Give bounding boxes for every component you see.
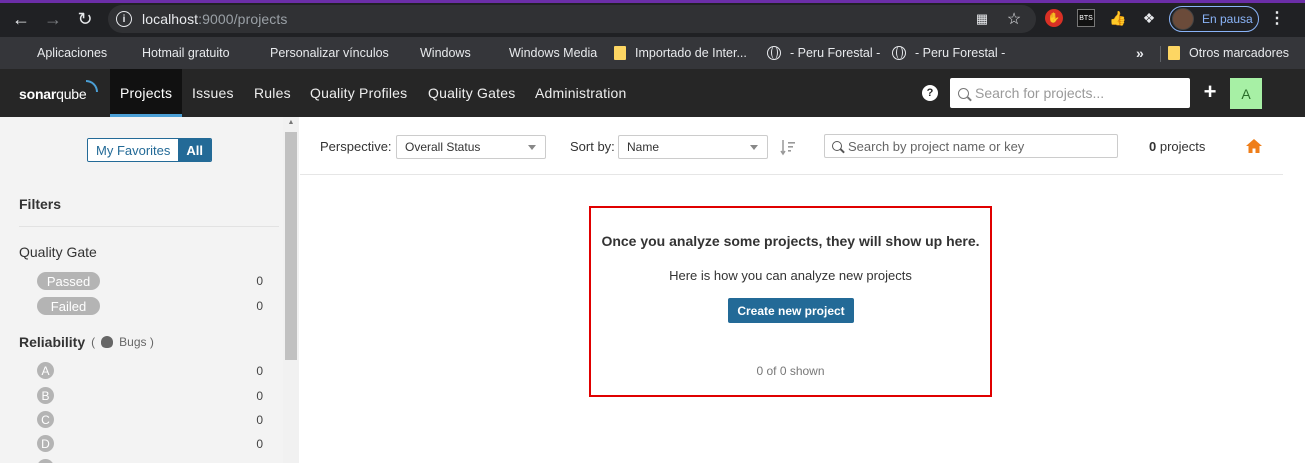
quality-gate-title: Quality Gate (19, 244, 97, 260)
microsoft-icon (486, 46, 500, 60)
translate-icon[interactable]: ▦ (974, 11, 990, 27)
globe-icon (892, 46, 906, 60)
scroll-up-arrow-icon[interactable]: ▲ (285, 119, 297, 129)
reliability-title: Reliability (Bugs ) (19, 334, 154, 350)
projects-count: 0 projects (1149, 139, 1206, 154)
bookmark-apps[interactable]: Aplicaciones (14, 43, 107, 63)
chevron-down-icon (750, 145, 758, 150)
reliability-subtitle: (Bugs ) (91, 335, 154, 349)
create-new-project-button[interactable]: Create new project (728, 298, 854, 323)
empty-state-panel: Once you analyze some projects, they wil… (589, 206, 992, 397)
bookmarks-bar: Aplicaciones Hotmail gratuito Personaliz… (0, 37, 1305, 69)
page-edge (1283, 117, 1305, 463)
project-search-input[interactable] (848, 138, 1108, 154)
bookmarks-divider (1160, 46, 1161, 62)
sort-direction-icon[interactable] (780, 138, 796, 156)
profile-status: En pausa (1202, 12, 1253, 26)
bookmark-personalizar[interactable]: Personalizar vínculos (247, 43, 389, 63)
address-bar[interactable]: i localhost:9000/projects ▦ ☆ (108, 5, 1036, 33)
help-icon[interactable]: ? (922, 85, 938, 101)
sonarqube-logo[interactable]: sonarqube (19, 80, 99, 102)
bookmark-other[interactable]: Otros marcadores (1168, 43, 1289, 63)
profile-button[interactable]: En pausa (1169, 6, 1259, 32)
global-search[interactable] (950, 78, 1190, 108)
my-favorites-option[interactable]: My Favorites (88, 139, 179, 161)
home-icon[interactable] (1245, 138, 1263, 154)
nav-issues[interactable]: Issues (192, 69, 234, 117)
bookmark-windows[interactable]: Windows (397, 43, 471, 63)
all-option[interactable]: All (178, 139, 212, 161)
passed-count: 0 (256, 274, 263, 288)
url-text: localhost:9000/projects (142, 11, 288, 27)
sort-value: Name (627, 140, 660, 154)
rating-a[interactable]: A (37, 362, 54, 379)
perspective-select[interactable]: Overall Status (396, 135, 546, 159)
bookmark-peru-forestal-1[interactable]: - Peru Forestal - (767, 43, 880, 63)
folder-icon (614, 46, 626, 60)
rating-a-count: 0 (256, 364, 263, 378)
globe-icon (767, 46, 781, 60)
sort-label: Sort by: (570, 139, 615, 154)
bookmarks-overflow-icon[interactable]: » (1136, 43, 1144, 63)
nav-rules[interactable]: Rules (254, 69, 291, 117)
bookmark-windows-media[interactable]: Windows Media (486, 43, 597, 63)
logo-waves-icon (86, 80, 99, 92)
user-avatar[interactable]: A (1230, 78, 1262, 109)
apps-grid-icon (14, 46, 28, 60)
filter-failed[interactable]: Failed (37, 297, 100, 315)
sidebar-scroll-thumb[interactable] (285, 132, 297, 360)
folder-icon (1168, 46, 1180, 60)
bookmark-hotmail[interactable]: Hotmail gratuito (119, 43, 230, 63)
extensions-puzzle-icon[interactable]: ❖ (1140, 9, 1158, 27)
microsoft-icon (397, 46, 411, 60)
microsoft-icon (119, 46, 133, 60)
project-search[interactable] (824, 134, 1118, 158)
bug-icon (101, 336, 114, 348)
search-icon (958, 87, 969, 99)
rating-d-count: 0 (256, 437, 263, 451)
bookmark-importado[interactable]: Importado de Inter... (614, 43, 747, 63)
filter-passed[interactable]: Passed (37, 272, 100, 290)
search-icon (832, 141, 842, 151)
bookmark-peru-forestal-2[interactable]: - Peru Forestal - (892, 43, 1005, 63)
forward-arrow-icon[interactable]: → (40, 6, 66, 32)
shown-count: 0 of 0 shown (756, 364, 825, 378)
thumbs-up-extension-icon[interactable]: 👍 (1109, 9, 1127, 27)
nav-administration[interactable]: Administration (535, 69, 627, 117)
back-arrow-icon[interactable]: ← (8, 6, 34, 32)
create-plus-icon[interactable]: + (1200, 81, 1220, 103)
perspective-value: Overall Status (405, 140, 481, 154)
window-accent (0, 0, 1305, 3)
adblock-extension-icon[interactable]: ✋ (1045, 9, 1063, 27)
empty-state-title: Once you analyze some projects, they wil… (601, 233, 980, 249)
nav-projects[interactable]: Projects (110, 69, 182, 117)
chevron-down-icon (528, 145, 536, 150)
browser-toolbar: ← → ↻ i localhost:9000/projects ▦ ☆ ✋ BT… (0, 0, 1305, 37)
favorites-toggle: My Favorites All (87, 138, 213, 162)
empty-state-subtitle: Here is how you can analyze new projects (669, 268, 912, 283)
bts-extension-icon[interactable]: BTS (1077, 9, 1095, 27)
sonarqube-navbar: sonarqube Projects Issues Rules Quality … (0, 69, 1305, 117)
sidebar-divider (19, 226, 279, 227)
filters-title: Filters (19, 196, 62, 212)
reload-icon[interactable]: ↻ (72, 6, 98, 32)
perspective-label: Perspective: (320, 139, 392, 154)
nav-quality-gates[interactable]: Quality Gates (428, 69, 515, 117)
rating-d[interactable]: D (37, 435, 54, 452)
rating-b-count: 0 (256, 389, 263, 403)
rating-c[interactable]: C (37, 411, 54, 428)
sort-select[interactable]: Name (618, 135, 768, 159)
site-info-icon[interactable]: i (116, 11, 132, 27)
browser-menu-icon[interactable]: ⋮ (1269, 8, 1285, 28)
global-search-input[interactable] (975, 85, 1175, 101)
profile-avatar (1172, 8, 1194, 30)
bookmark-star-icon[interactable]: ☆ (1006, 11, 1022, 28)
rating-c-count: 0 (256, 413, 263, 427)
failed-count: 0 (256, 299, 263, 313)
rating-b[interactable]: B (37, 387, 54, 404)
microsoft-icon (247, 46, 261, 60)
nav-quality-profiles[interactable]: Quality Profiles (310, 69, 407, 117)
